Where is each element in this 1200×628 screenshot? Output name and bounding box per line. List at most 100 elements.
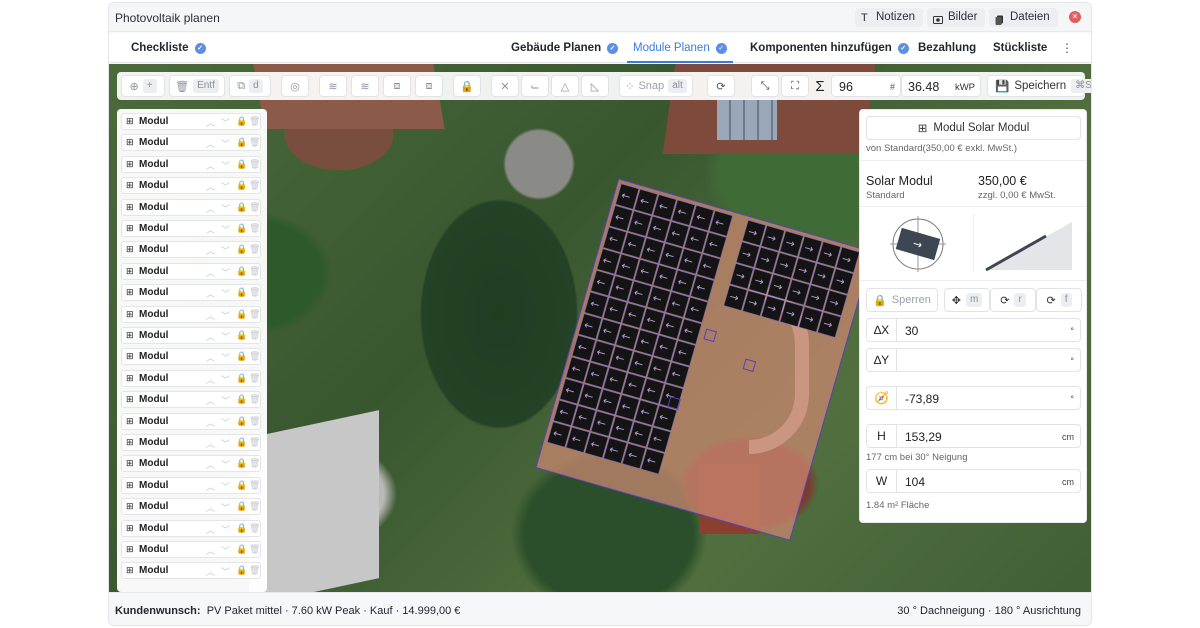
lock-icon[interactable]: 🔒 [236,416,247,427]
trash-icon[interactable]: 🗑 [249,180,260,191]
tab-stueckliste[interactable]: Stückliste [993,33,1047,63]
tab-module-planen[interactable]: Module Planen ✓ [627,33,733,63]
layer-up-button[interactable]: ≋ [319,75,347,97]
width-field[interactable]: W 104 cm [866,469,1081,493]
trash-icon[interactable]: 🗑 [249,137,260,148]
list-item[interactable]: ⊞ Modul ︿ ﹀ 🔒 🗑 [121,348,261,366]
move-down-icon[interactable]: ﹀ [221,223,230,236]
list-item[interactable]: ⊞ Modul ︿ ﹀ 🔒 🗑 [121,220,261,237]
move-down-icon[interactable]: ﹀ [221,480,230,493]
trash-icon[interactable]: 🗑 [249,330,260,341]
move-up-icon[interactable]: ︿ [206,159,215,172]
move-down-icon[interactable]: ﹀ [221,202,230,215]
list-item[interactable]: ⊞ Modul ︿ ﹀ 🔒 🗑 [121,284,261,302]
trash-icon[interactable]: 🗑 [249,116,260,127]
move-up-icon[interactable]: ︿ [206,244,215,257]
trash-icon[interactable]: 🗑 [249,159,260,170]
module-type-button[interactable]: ⊞ Modul Solar Modul [866,116,1081,140]
move-down-icon[interactable]: ﹀ [221,437,230,450]
move-up-icon[interactable]: ︿ [206,437,215,450]
move-up-icon[interactable]: ︿ [206,394,215,407]
list-item[interactable]: ⊞ Modul ︿ ﹀ 🔒 🗑 [121,562,261,580]
move-down-icon[interactable]: ﹀ [221,416,230,429]
lock-icon[interactable]: 🔒 [236,437,247,448]
trash-icon[interactable]: 🗑 [249,501,260,512]
flip-button[interactable]: ⟳ f [1036,288,1082,312]
list-item[interactable]: ⊞ Modul ︿ ﹀ 🔒 🗑 [121,113,261,130]
lock-icon[interactable]: 🔒 [236,116,247,127]
lock-icon[interactable]: 🔒 [236,565,247,576]
height-field[interactable]: H 153,29 cm [866,424,1081,448]
move-up-icon[interactable]: ︿ [206,223,215,236]
duplicate-button[interactable]: ⧉ d [229,75,271,97]
move-up-icon[interactable]: ︿ [206,309,215,322]
list-item[interactable]: ⊞ Modul ︿ ﹀ 🔒 🗑 [121,262,261,280]
trash-icon[interactable]: 🗑 [249,480,260,491]
move-down-icon[interactable]: ﹀ [221,565,230,578]
target-button[interactable]: ◎ [281,75,309,97]
move-up-icon[interactable]: ︿ [206,373,215,386]
refresh-button[interactable]: ⟳ [707,75,735,97]
trash-icon[interactable]: 🗑 [249,523,260,534]
angle-x-field[interactable]: ∆X 30 ° [866,318,1081,342]
move-down-icon[interactable]: ﹀ [221,244,230,257]
move-down-icon[interactable]: ﹀ [221,501,230,514]
move-up-icon[interactable]: ︿ [206,458,215,471]
move-up-icon[interactable]: ︿ [206,180,215,193]
list-item[interactable]: ⊞ Modul ︿ ﹀ 🔒 🗑 [121,155,261,173]
delete-module-button[interactable]: 🗑 Entf [169,75,225,97]
list-item[interactable]: ⊞ Modul ︿ ﹀ 🔒 🗑 [121,198,261,216]
save-button[interactable]: 💾 Speichern ⌘S [987,75,1091,97]
tab-checkliste[interactable]: Checkliste ✓ [131,33,206,63]
trash-icon[interactable]: 🗑 [249,244,260,255]
move-down-icon[interactable]: ﹀ [221,309,230,322]
move-up-icon[interactable]: ︿ [206,544,215,557]
trash-icon[interactable]: 🗑 [249,565,260,576]
list-item[interactable]: ⊞ Modul ︿ ﹀ 🔒 🗑 [121,434,261,451]
move-down-icon[interactable]: ﹀ [221,159,230,172]
lock-icon[interactable]: 🔒 [236,266,247,277]
move-up-icon[interactable]: ︿ [206,565,215,578]
trash-icon[interactable]: 🗑 [249,394,260,405]
images-button[interactable]: Bilder [927,8,986,27]
lock-icon[interactable]: 🔒 [236,523,247,534]
trash-icon[interactable]: 🗑 [249,416,260,427]
azimuth-compass[interactable]: → [890,216,946,272]
list-item[interactable]: ⊞ Modul ︿ ﹀ 🔒 🗑 [121,391,261,409]
add-module-button[interactable]: ⊕ + [121,75,165,97]
tab-bezahlung[interactable]: Bezahlung [918,33,976,63]
lock-icon[interactable]: 🔒 [236,501,247,512]
lock-icon[interactable]: 🔒 [236,458,247,469]
more-options-icon[interactable]: ⋮ [1061,41,1073,55]
trash-icon[interactable]: 🗑 [249,351,260,362]
move-button[interactable]: ✥ m [944,288,990,312]
trash-icon[interactable]: 🗑 [249,266,260,277]
trash-icon[interactable]: 🗑 [249,223,260,234]
list-item[interactable]: ⊞ Modul ︿ ﹀ 🔒 🗑 [121,476,261,494]
corner-button[interactable]: ⌙ [521,75,549,97]
move-down-icon[interactable]: ﹀ [221,373,230,386]
list-item[interactable]: ⊞ Modul ︿ ﹀ 🔒 🗑 [121,519,261,537]
move-up-icon[interactable]: ︿ [206,501,215,514]
list-item[interactable]: ⊞ Modul ︿ ﹀ 🔒 🗑 [121,241,261,259]
trash-icon[interactable]: 🗑 [249,458,260,469]
trash-icon[interactable]: 🗑 [249,437,260,448]
list-item[interactable]: ⊞ Modul ︿ ﹀ 🔒 🗑 [121,369,261,387]
move-down-icon[interactable]: ﹀ [221,544,230,557]
move-down-icon[interactable]: ﹀ [221,287,230,300]
lock-icon[interactable]: 🔒 [236,351,247,362]
layer-down-button[interactable]: ≋ [351,75,379,97]
move-down-icon[interactable]: ﹀ [221,180,230,193]
move-down-icon[interactable]: ﹀ [221,116,230,129]
tab-gebaeude-planen[interactable]: Gebäude Planen ✓ [511,33,619,63]
move-up-icon[interactable]: ︿ [206,523,215,536]
move-up-icon[interactable]: ︿ [206,202,215,215]
lock-button[interactable]: 🔒 [453,75,481,97]
fullscreen-button[interactable]: ⛶ [781,75,809,97]
trash-icon[interactable]: 🗑 [249,287,260,298]
collapse-button[interactable]: ⤡ [751,75,779,97]
lock-icon[interactable]: 🔒 [236,394,247,405]
lock-icon[interactable]: 🔒 [236,373,247,384]
trash-icon[interactable]: 🗑 [249,202,260,213]
lock-module-button[interactable]: 🔒 Sperren [866,288,938,312]
